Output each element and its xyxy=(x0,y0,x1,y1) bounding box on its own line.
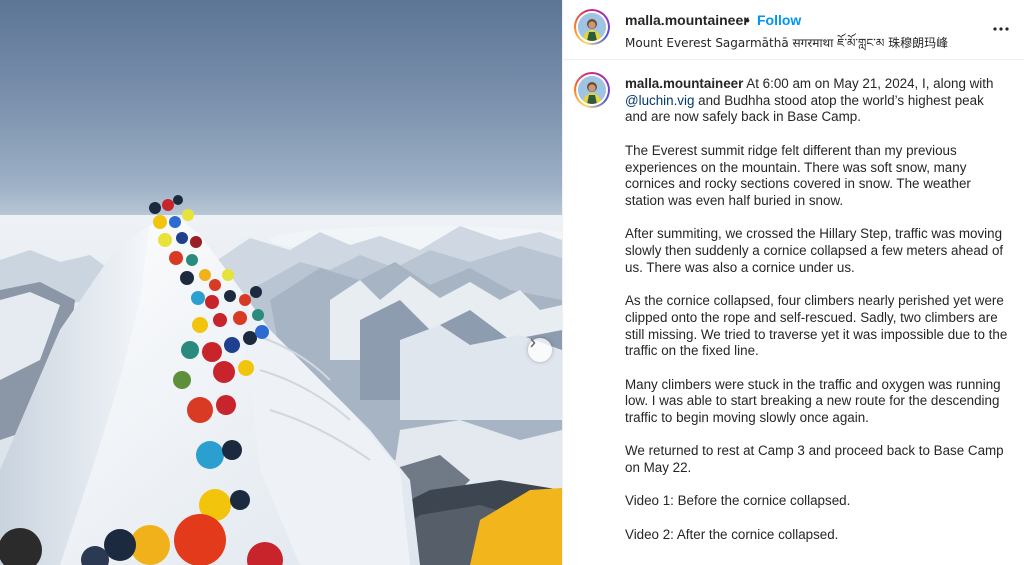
caption-paragraph: We returned to rest at Camp 3 and procee… xyxy=(625,443,1004,476)
caption-paragraph: Video 2: After the cornice collapsed. xyxy=(625,526,839,542)
follow-button[interactable]: Follow xyxy=(757,12,801,28)
profile-photo-icon xyxy=(578,13,606,41)
caption-paragraph: After summiting, we crossed the Hillary … xyxy=(625,226,1004,275)
post-photo[interactable] xyxy=(0,0,562,565)
profile-photo-icon xyxy=(578,76,606,104)
chevron-right-icon xyxy=(530,338,536,348)
post-location[interactable]: Mount Everest Sagarmāthā सगरमाथा ཇོ་མོ་ག… xyxy=(625,30,948,64)
caption-username[interactable]: malla.mountaineer xyxy=(625,76,743,91)
more-horizontal-icon xyxy=(993,27,1009,31)
author-username[interactable]: malla.mountaineer xyxy=(625,12,749,28)
caption-paragraph: Many climbers were stuck in the traffic … xyxy=(625,376,1001,425)
post-sidebar: malla.mountaineer • Follow Mount Everest… xyxy=(562,0,1024,565)
caption-author-avatar[interactable] xyxy=(574,72,610,108)
caption-paragraph: As the cornice collapsed, four climbers … xyxy=(625,293,1008,359)
mention-link[interactable]: @luchin.vig xyxy=(625,93,694,108)
caption-text: At 6:00 am on May 21, 2024, I, along wit… xyxy=(743,76,994,91)
next-media-button[interactable] xyxy=(528,338,552,362)
caption-intro: malla.mountaineer At 6:00 am on May 21, … xyxy=(625,76,1009,126)
separator-dot: • xyxy=(745,12,750,28)
post-caption: malla.mountaineer At 6:00 am on May 21, … xyxy=(625,76,1009,560)
more-options-button[interactable] xyxy=(989,17,1013,41)
caption-paragraph: Video 1: Before the cornice collapsed. xyxy=(625,493,851,509)
author-avatar[interactable] xyxy=(574,9,610,45)
everest-summit-ridge-image xyxy=(0,195,562,565)
post-header: malla.mountaineer • Follow Mount Everest… xyxy=(563,0,1024,60)
caption-paragraph: The Everest summit ridge felt different … xyxy=(625,142,971,208)
